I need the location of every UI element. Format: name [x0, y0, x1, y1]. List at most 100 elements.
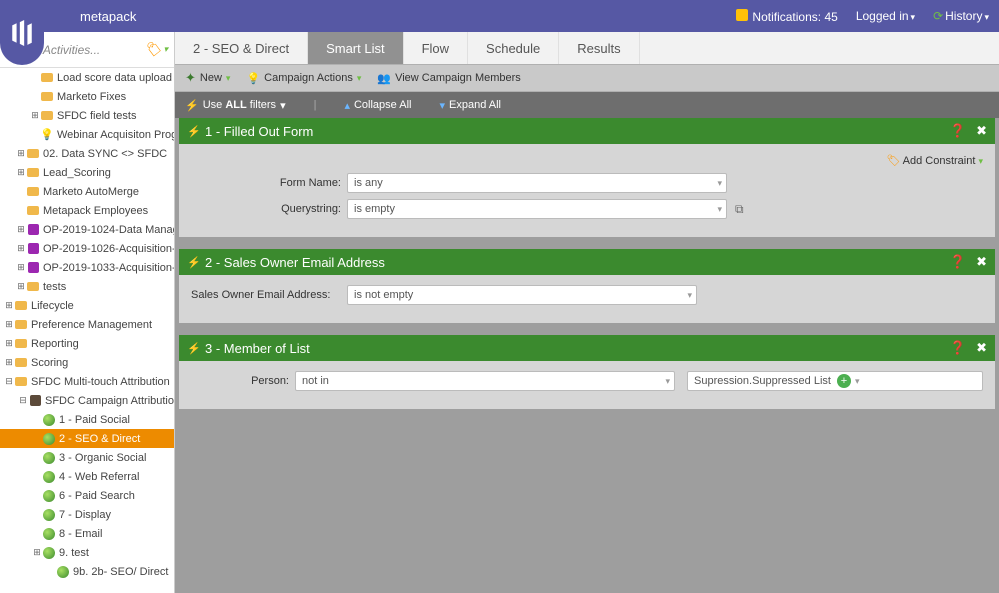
- tree-node[interactable]: ⊞9. test: [0, 543, 174, 562]
- toggle-icon[interactable]: ⊞: [16, 148, 26, 159]
- close-icon[interactable]: ✖: [976, 340, 987, 356]
- filter-header[interactable]: ⚡3 - Member of List❓✖: [179, 335, 995, 361]
- camp-icon: [42, 451, 56, 465]
- tree-node[interactable]: 2 - SEO & Direct: [0, 429, 174, 448]
- toggle-icon[interactable]: ⊟: [4, 376, 14, 387]
- toggle-icon[interactable]: ⊞: [32, 547, 42, 558]
- tree-node[interactable]: ⊞Lead_Scoring: [0, 163, 174, 182]
- tree-node[interactable]: ⊞Reporting: [0, 334, 174, 353]
- tree-node[interactable]: ⊞ 02. Data SYNC <> SFDC: [0, 144, 174, 163]
- close-icon[interactable]: ✖: [976, 254, 987, 270]
- tree-node[interactable]: ⊞OP-2019-1033-Acquisition-CRM: [0, 258, 174, 277]
- filter-select[interactable]: is any▾: [347, 173, 727, 193]
- view-members-button[interactable]: 👥View Campaign Members: [377, 72, 520, 85]
- tree-node[interactable]: 8 - Email: [0, 524, 174, 543]
- tree-node[interactable]: 3 - Organic Social: [0, 448, 174, 467]
- tree-node[interactable]: ⊞Lifecycle: [0, 296, 174, 315]
- toggle-icon[interactable]: ⊞: [4, 338, 14, 349]
- tree-node[interactable]: ⊟ SFDC Campaign Attribution: [0, 391, 174, 410]
- tree-node[interactable]: Marketo AutoMerge: [0, 182, 174, 201]
- camp-icon: [42, 508, 56, 522]
- tree-label: 1 - Paid Social: [59, 414, 130, 426]
- add-icon[interactable]: +: [837, 374, 851, 388]
- campaign-actions-button[interactable]: 💡Campaign Actions▾: [246, 72, 361, 85]
- filter-value[interactable]: Supression.Suppressed List+▾: [687, 371, 983, 391]
- tree-node[interactable]: Load score data upload: [0, 68, 174, 87]
- filter-card: ⚡1 - Filled Out Form❓✖🏷Add Constraint ▾F…: [179, 118, 995, 237]
- tree-node[interactable]: ⊞tests: [0, 277, 174, 296]
- notifications[interactable]: Notifications: 45: [736, 9, 837, 24]
- filter-select[interactable]: not in▾: [295, 371, 675, 391]
- toggle-icon[interactable]: ⊟: [18, 395, 28, 406]
- tree-node[interactable]: ⊞OP-2019-1024-Data Management: [0, 220, 174, 239]
- tab-primary[interactable]: 2 - SEO & Direct: [175, 32, 308, 64]
- chevron-down-icon: ▾: [687, 290, 692, 301]
- logged-in[interactable]: Logged in▾: [856, 9, 915, 23]
- filter-header[interactable]: ⚡2 - Sales Owner Email Address❓✖: [179, 249, 995, 275]
- close-icon[interactable]: ✖: [976, 123, 987, 139]
- popout-icon[interactable]: ⧉: [735, 202, 744, 217]
- fold-icon: [40, 71, 54, 85]
- tree-node[interactable]: ⊞ Preference Management: [0, 315, 174, 334]
- tree-node[interactable]: ⊞ Scoring: [0, 353, 174, 372]
- toggle-icon[interactable]: ⊞: [16, 243, 26, 254]
- toggle-icon[interactable]: ⊞: [16, 224, 26, 235]
- tree-node[interactable]: 9b. 2b- SEO/ Direct: [0, 562, 174, 581]
- filter-label: Querystring:: [191, 203, 347, 215]
- filter-header[interactable]: ⚡1 - Filled Out Form❓✖: [179, 118, 995, 144]
- tree-node[interactable]: Marketo Fixes: [0, 87, 174, 106]
- toggle-icon[interactable]: ⊞: [4, 300, 14, 311]
- use-all-filters[interactable]: ⚡Use ALL filters▾: [185, 99, 286, 112]
- prog-icon: [26, 242, 40, 256]
- filter-card: ⚡2 - Sales Owner Email Address❓✖Sales Ow…: [179, 249, 995, 323]
- tree-node[interactable]: ⊞SFDC field tests: [0, 106, 174, 125]
- logo[interactable]: [0, 0, 44, 65]
- tree-node[interactable]: 6 - Paid Search: [0, 486, 174, 505]
- toggle-icon[interactable]: ⊞: [4, 357, 14, 368]
- tree-node[interactable]: ⊟SFDC Multi-touch Attribution: [0, 372, 174, 391]
- toggle-icon[interactable]: ⊞: [4, 319, 14, 330]
- camp-icon: [42, 470, 56, 484]
- tree-label: 02. Data SYNC <> SFDC: [43, 148, 167, 160]
- expand-all[interactable]: ▾Expand All: [439, 99, 501, 112]
- tab-flow[interactable]: Flow: [404, 32, 468, 64]
- tag-icon[interactable]: 🏷: [144, 41, 162, 58]
- help-icon[interactable]: ❓: [950, 123, 966, 139]
- fold-icon: [14, 299, 28, 313]
- toggle-icon[interactable]: ⊞: [30, 110, 40, 121]
- tree-node[interactable]: ⊞OP-2019-1026-Acquisition-API: [0, 239, 174, 258]
- toggle-icon[interactable]: ⊞: [16, 281, 26, 292]
- help-icon[interactable]: ❓: [950, 254, 966, 270]
- chevron-down-icon: ▾: [163, 44, 168, 55]
- filter-select[interactable]: is not empty▾: [347, 285, 697, 305]
- filter-row: Querystring:is empty▾ ⧉: [191, 199, 983, 219]
- toggle-icon[interactable]: ⊞: [16, 262, 26, 273]
- help-icon[interactable]: ❓: [950, 340, 966, 356]
- filter-body: 🏷Add Constraint ▾Form Name:is any▾Querys…: [179, 144, 995, 237]
- collapse-all[interactable]: ▴Collapse All: [344, 99, 411, 112]
- tab-results[interactable]: Results: [559, 32, 639, 64]
- chevron-down-icon: ▾: [984, 12, 989, 22]
- new-button[interactable]: ✦New▾: [185, 70, 230, 86]
- tab-schedule[interactable]: Schedule: [468, 32, 559, 64]
- tree-node[interactable]: 1 - Paid Social: [0, 410, 174, 429]
- filter-select[interactable]: is empty▾: [347, 199, 727, 219]
- tree-node[interactable]: 💡Webinar Acquisiton Program: [0, 125, 174, 144]
- tree-label: Preference Management: [31, 319, 152, 331]
- filter-row: Person:not in▾Supression.Suppressed List…: [191, 371, 983, 391]
- chevron-down-icon: ▾: [911, 12, 916, 22]
- camp-icon: [42, 546, 56, 560]
- bolt-icon: ⚡: [187, 125, 201, 138]
- tree-label: 7 - Display: [59, 509, 111, 521]
- toggle-icon[interactable]: ⊞: [16, 167, 26, 178]
- tree-node[interactable]: Metapack Employees: [0, 201, 174, 220]
- tree-label: SFDC Campaign Attribution: [45, 395, 174, 407]
- tree-label: Scoring: [31, 357, 68, 369]
- history-icon: ⟳: [933, 9, 943, 23]
- history[interactable]: ⟳History▾: [933, 9, 989, 23]
- fold-icon: [26, 185, 40, 199]
- tree-node[interactable]: 7 - Display: [0, 505, 174, 524]
- tree-node[interactable]: 4 - Web Referral: [0, 467, 174, 486]
- tab-smart-list[interactable]: Smart List: [308, 32, 404, 64]
- add-constraint[interactable]: 🏷Add Constraint ▾: [887, 155, 983, 167]
